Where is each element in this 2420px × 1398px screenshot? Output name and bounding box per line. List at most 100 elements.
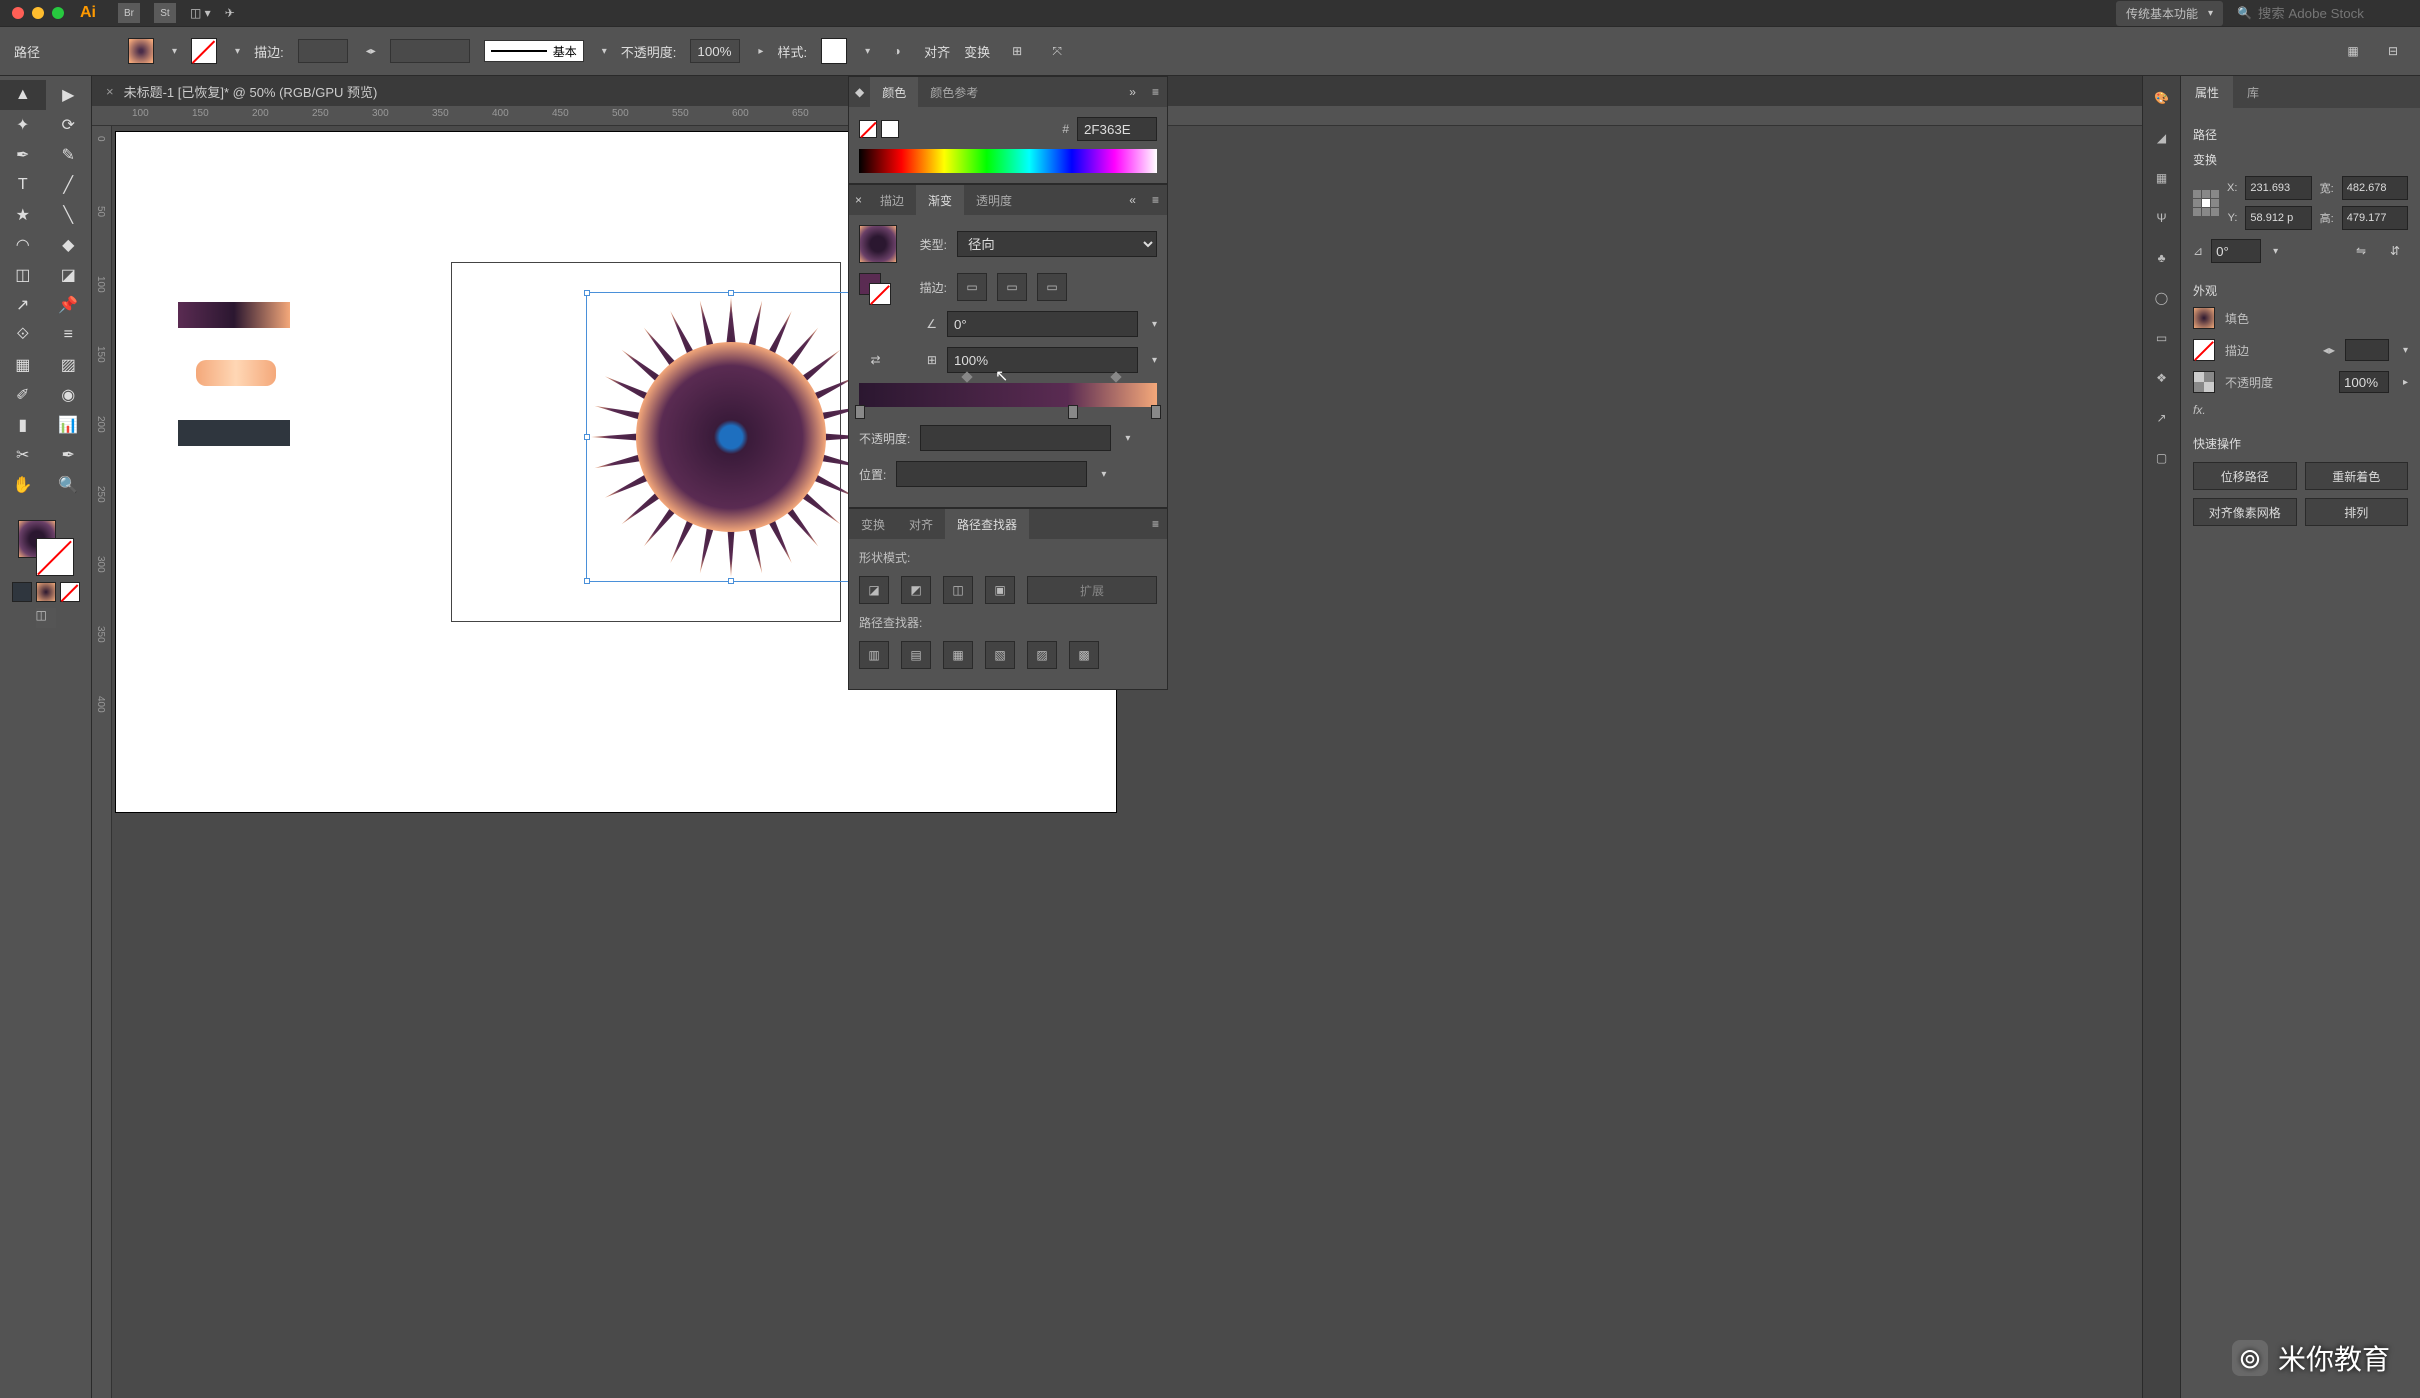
close-panel-icon[interactable]: × <box>849 193 868 207</box>
tab-color-guide[interactable]: 颜色参考 <box>918 77 990 107</box>
tab-transform[interactable]: 变换 <box>849 509 897 539</box>
grid-layout-icon[interactable]: ▦ <box>2340 38 2366 64</box>
stroke-indicator[interactable] <box>36 538 74 576</box>
trim-icon[interactable]: ▤ <box>901 641 931 669</box>
intersect-icon[interactable]: ◫ <box>943 576 973 604</box>
x-input[interactable] <box>2245 176 2311 200</box>
gradient-stroke-swatch[interactable] <box>869 283 891 305</box>
offset-path-button[interactable]: 位移路径 <box>2193 462 2297 490</box>
shape-icon[interactable]: ⤧ <box>1044 38 1070 64</box>
gradient-midpoint[interactable] <box>1111 371 1122 382</box>
align-label[interactable]: 对齐 <box>924 42 950 61</box>
eyedropper-tool[interactable]: ✐ <box>0 380 46 410</box>
panel-menu-icon[interactable]: ≡ <box>1144 193 1167 207</box>
stroke-grad-along-icon[interactable]: ▭ <box>997 273 1027 301</box>
bridge-button[interactable]: Br <box>118 3 140 23</box>
exclude-icon[interactable]: ▣ <box>985 576 1015 604</box>
gradient-panel-icon[interactable]: ▭ <box>2150 326 2174 350</box>
selection-handle[interactable] <box>584 578 590 584</box>
tab-color[interactable]: 颜色 <box>870 77 918 107</box>
color-guide-panel-icon[interactable]: ◢ <box>2150 126 2174 150</box>
gpu-preview-icon[interactable]: ✈ <box>225 6 235 20</box>
window-traffic-lights[interactable] <box>12 7 64 19</box>
free-transform-tool[interactable]: 📌 <box>46 290 92 320</box>
gradient-type-select[interactable]: 径向 <box>957 231 1157 257</box>
color-spectrum[interactable] <box>859 149 1157 173</box>
chevron-right-icon[interactable]: ▸ <box>2403 377 2408 388</box>
graphic-style-swatch[interactable] <box>821 38 847 64</box>
mesh-tool[interactable]: ▦ <box>0 350 46 380</box>
crop-icon[interactable]: ▧ <box>985 641 1015 669</box>
brush-definition-dropdown[interactable]: 基本 <box>484 40 584 62</box>
flip-vertical-icon[interactable]: ⇵ <box>2382 238 2408 264</box>
minus-front-icon[interactable]: ◩ <box>901 576 931 604</box>
width-input[interactable] <box>2342 176 2408 200</box>
selection-handle[interactable] <box>728 578 734 584</box>
gradient-tool[interactable]: ▨ <box>46 350 92 380</box>
hand-tool[interactable]: ✋ <box>0 470 46 500</box>
selection-handle[interactable] <box>728 290 734 296</box>
stroke-grad-within-icon[interactable]: ▭ <box>957 273 987 301</box>
color-mode-icon[interactable] <box>12 582 32 602</box>
gradient-aspect-input[interactable] <box>947 347 1138 373</box>
white-swatch-icon[interactable] <box>881 120 899 138</box>
selection-tool[interactable]: ▲ <box>0 80 46 110</box>
stop-opacity-input[interactable] <box>920 425 1111 451</box>
pin-panel-icon[interactable]: ⊟ <box>2380 38 2406 64</box>
eraser-tool[interactable]: ◆ <box>46 230 92 260</box>
recolor-button[interactable]: 重新着色 <box>2305 462 2409 490</box>
line-tool[interactable]: ╱ <box>46 170 92 200</box>
layers-panel-icon[interactable]: ❖ <box>2150 366 2174 390</box>
column-graph-tool[interactable]: 📊 <box>46 410 92 440</box>
scale-tool[interactable]: ◪ <box>46 260 92 290</box>
tab-align[interactable]: 对齐 <box>897 509 945 539</box>
gradient-stop[interactable] <box>1068 405 1078 419</box>
chevron-down-icon[interactable]: ▾ <box>865 46 870 57</box>
chevron-down-icon[interactable]: ▾ <box>1152 355 1157 366</box>
pen-tool[interactable]: ✒ <box>0 140 46 170</box>
tab-gradient[interactable]: 渐变 <box>916 185 964 215</box>
transform-label[interactable]: 变换 <box>964 42 990 61</box>
rotate-tool[interactable]: ◫ <box>0 260 46 290</box>
zoom-window-icon[interactable] <box>52 7 64 19</box>
width-tool[interactable]: ↗ <box>0 290 46 320</box>
panel-dot-icon[interactable]: ◆ <box>849 85 870 99</box>
fill-stroke-indicator[interactable] <box>18 520 74 576</box>
stroke-weight-stepper[interactable]: ◂▸ <box>366 46 376 57</box>
magic-wand-tool[interactable]: ✦ <box>0 110 46 140</box>
fill-swatch[interactable] <box>2193 307 2215 329</box>
search-input[interactable] <box>2258 6 2408 21</box>
artboards-panel-icon[interactable]: ▢ <box>2150 446 2174 470</box>
gradient-slider[interactable] <box>859 383 1157 407</box>
gradient-angle-input[interactable] <box>947 311 1138 337</box>
shaper-tool[interactable]: ◠ <box>0 230 46 260</box>
stroke-swatch[interactable] <box>191 38 217 64</box>
direct-selection-tool[interactable]: ▶ <box>46 80 92 110</box>
tab-properties[interactable]: 属性 <box>2181 76 2233 108</box>
brushes-panel-icon[interactable]: Ψ <box>2150 206 2174 230</box>
none-mode-icon[interactable] <box>60 582 80 602</box>
minus-back-icon[interactable]: ▩ <box>1069 641 1099 669</box>
chevron-down-icon[interactable]: ▾ <box>2403 345 2408 356</box>
unite-icon[interactable]: ◪ <box>859 576 889 604</box>
selection-handle[interactable] <box>584 434 590 440</box>
slice-tool[interactable]: ✂ <box>0 440 46 470</box>
color-panel-icon[interactable]: 🎨 <box>2150 86 2174 110</box>
chevron-down-icon[interactable]: ▾ <box>2273 246 2278 257</box>
tab-libraries[interactable]: 库 <box>2233 76 2273 108</box>
workspace-switcher[interactable]: 传统基本功能 ▾ <box>2116 1 2223 26</box>
curvature-tool[interactable]: ✎ <box>46 140 92 170</box>
merge-icon[interactable]: ▦ <box>943 641 973 669</box>
none-swatch-icon[interactable] <box>859 120 877 138</box>
chevron-down-icon[interactable]: ▾ <box>1101 469 1106 480</box>
stroke-grad-across-icon[interactable]: ▭ <box>1037 273 1067 301</box>
gradient-thumb[interactable] <box>859 225 897 263</box>
star-tool[interactable]: ★ <box>0 200 46 230</box>
zoom-tool[interactable]: 🔍 <box>46 470 92 500</box>
type-tool[interactable]: T <box>0 170 46 200</box>
stroke-swatch[interactable] <box>2193 339 2215 361</box>
tab-transparency[interactable]: 透明度 <box>964 185 1024 215</box>
fx-button[interactable]: fx. <box>2193 403 2206 417</box>
perspective-grid-tool[interactable]: ≡ <box>46 320 92 350</box>
chevron-down-icon[interactable]: ▾ <box>1152 319 1157 330</box>
